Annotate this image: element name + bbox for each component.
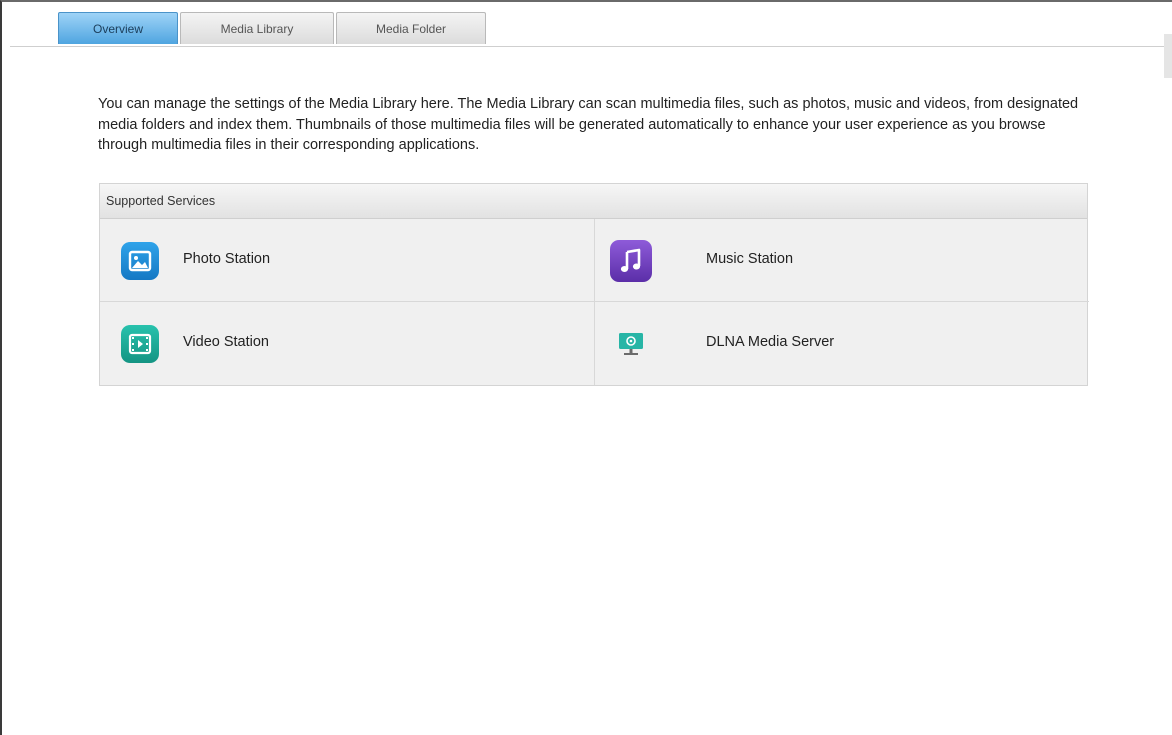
service-video-station[interactable]: Video Station <box>100 302 594 385</box>
service-label: Photo Station <box>183 251 271 267</box>
service-dlna-media-server[interactable]: DLNA Media Server <box>595 302 1089 385</box>
tab-overview[interactable]: Overview <box>58 12 178 44</box>
window-frame: Overview Media Library Media Folder You … <box>0 0 1172 735</box>
tab-media-library[interactable]: Media Library <box>180 12 334 44</box>
video-station-icon <box>114 318 166 370</box>
photo-station-icon <box>114 235 166 287</box>
tab-media-folder[interactable]: Media Folder <box>336 12 486 44</box>
overview-description: You can manage the settings of the Media… <box>98 96 1079 153</box>
dlna-media-server-icon <box>605 318 657 370</box>
service-music-station[interactable]: Music Station <box>595 219 1089 302</box>
service-label: Music Station <box>706 251 794 267</box>
tab-bar: Overview Media Library Media Folder <box>10 8 1170 47</box>
music-station-icon <box>605 235 657 287</box>
service-label: DLNA Media Server <box>706 334 835 350</box>
services-grid: Photo Station Music Station Video Statio… <box>100 219 1089 385</box>
service-label: Video Station <box>183 334 269 350</box>
panel-header: Supported Services <box>100 184 1087 219</box>
supported-services-panel: Supported Services Photo Station Music S… <box>99 183 1089 386</box>
scrollbar[interactable] <box>1164 34 1172 78</box>
service-photo-station[interactable]: Photo Station <box>100 219 594 302</box>
